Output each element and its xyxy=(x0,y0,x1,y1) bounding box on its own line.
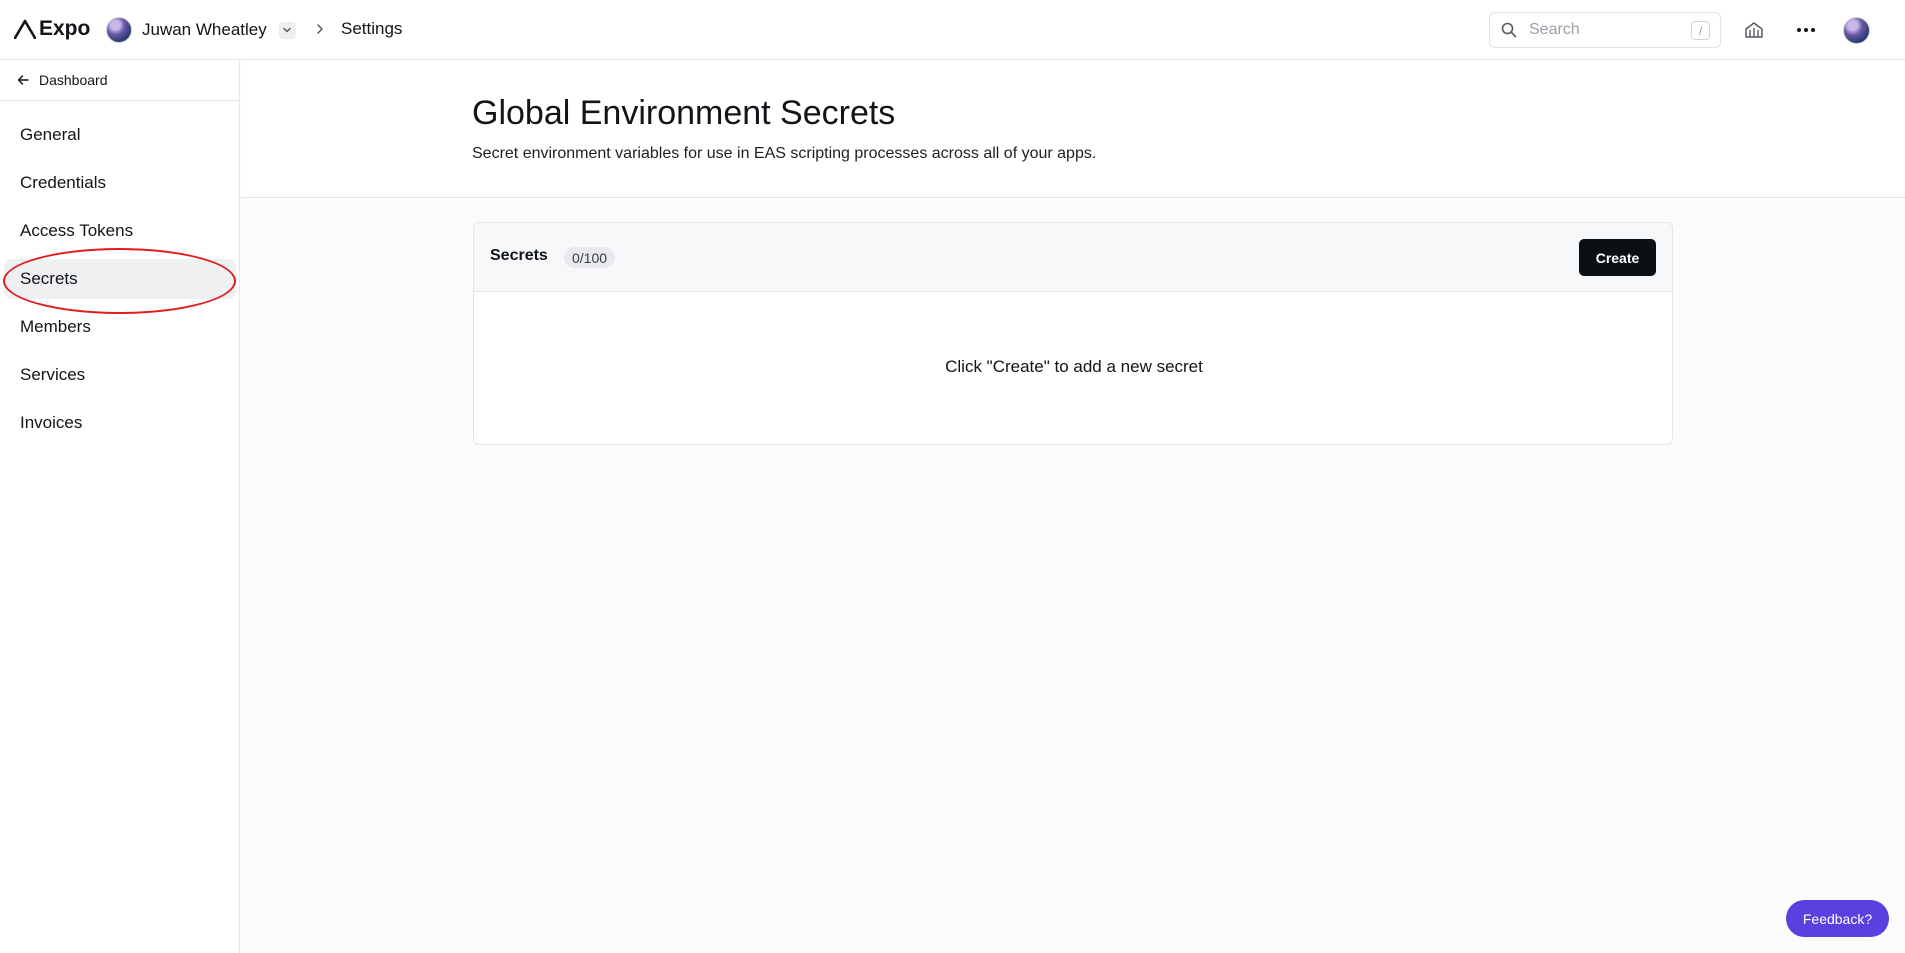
search-icon xyxy=(1501,22,1517,38)
sidebar-item-access-tokens[interactable]: Access Tokens xyxy=(4,211,236,251)
page-title: Global Environment Secrets xyxy=(472,94,896,132)
chevron-right-icon xyxy=(315,21,325,42)
search-box[interactable]: / xyxy=(1489,12,1721,48)
chevron-down-icon xyxy=(283,27,291,33)
more-horizontal-icon xyxy=(1797,28,1815,32)
account-name: Juwan Wheatley xyxy=(142,20,267,39)
sidebar-item-general[interactable]: General xyxy=(4,115,236,155)
sidebar-item-services[interactable]: Services xyxy=(4,355,236,395)
whats-new-button[interactable] xyxy=(1740,16,1768,44)
arrow-left-icon xyxy=(17,75,29,85)
breadcrumb-settings[interactable]: Settings xyxy=(341,19,402,39)
account-dropdown-button[interactable] xyxy=(278,21,296,39)
feedback-button[interactable]: Feedback? xyxy=(1786,900,1889,937)
expo-logo[interactable]: Expo xyxy=(14,17,90,41)
sidebar-item-invoices[interactable]: Invoices xyxy=(4,403,236,443)
page-subtitle: Secret environment variables for use in … xyxy=(472,145,1097,162)
secrets-card: Secrets 0/100 Create Click "Create" to a… xyxy=(473,222,1673,445)
search-shortcut-hint: / xyxy=(1691,21,1710,40)
sidebar-item-secrets[interactable]: Secrets xyxy=(4,259,236,299)
search-input[interactable] xyxy=(1529,21,1679,39)
expo-logo-icon xyxy=(14,19,36,39)
sidebar-nav: General Credentials Access Tokens Secret… xyxy=(4,115,236,451)
sidebar-item-credentials[interactable]: Credentials xyxy=(4,163,236,203)
user-avatar[interactable] xyxy=(1843,17,1870,44)
top-bar: Expo Juwan Wheatley Settings / xyxy=(0,0,1905,60)
hat-icon xyxy=(1745,22,1763,38)
secrets-card-title: Secrets xyxy=(490,247,548,264)
account-switcher[interactable]: Juwan Wheatley xyxy=(106,16,296,44)
settings-sidebar: Dashboard General Credentials Access Tok… xyxy=(0,60,240,953)
page-header: Global Environment Secrets Secret enviro… xyxy=(241,60,1905,198)
secrets-count-badge: 0/100 xyxy=(564,247,616,268)
empty-state-message: Click "Create" to add a new secret xyxy=(945,357,1203,376)
secrets-card-header: Secrets 0/100 Create xyxy=(474,223,1672,292)
account-avatar xyxy=(106,17,132,43)
back-to-dashboard-link[interactable]: Dashboard xyxy=(0,60,239,101)
create-secret-button[interactable]: Create xyxy=(1579,239,1656,276)
back-label: Dashboard xyxy=(39,72,108,88)
brand-name: Expo xyxy=(39,17,91,40)
sidebar-item-members[interactable]: Members xyxy=(4,307,236,347)
more-options-button[interactable] xyxy=(1792,16,1820,44)
